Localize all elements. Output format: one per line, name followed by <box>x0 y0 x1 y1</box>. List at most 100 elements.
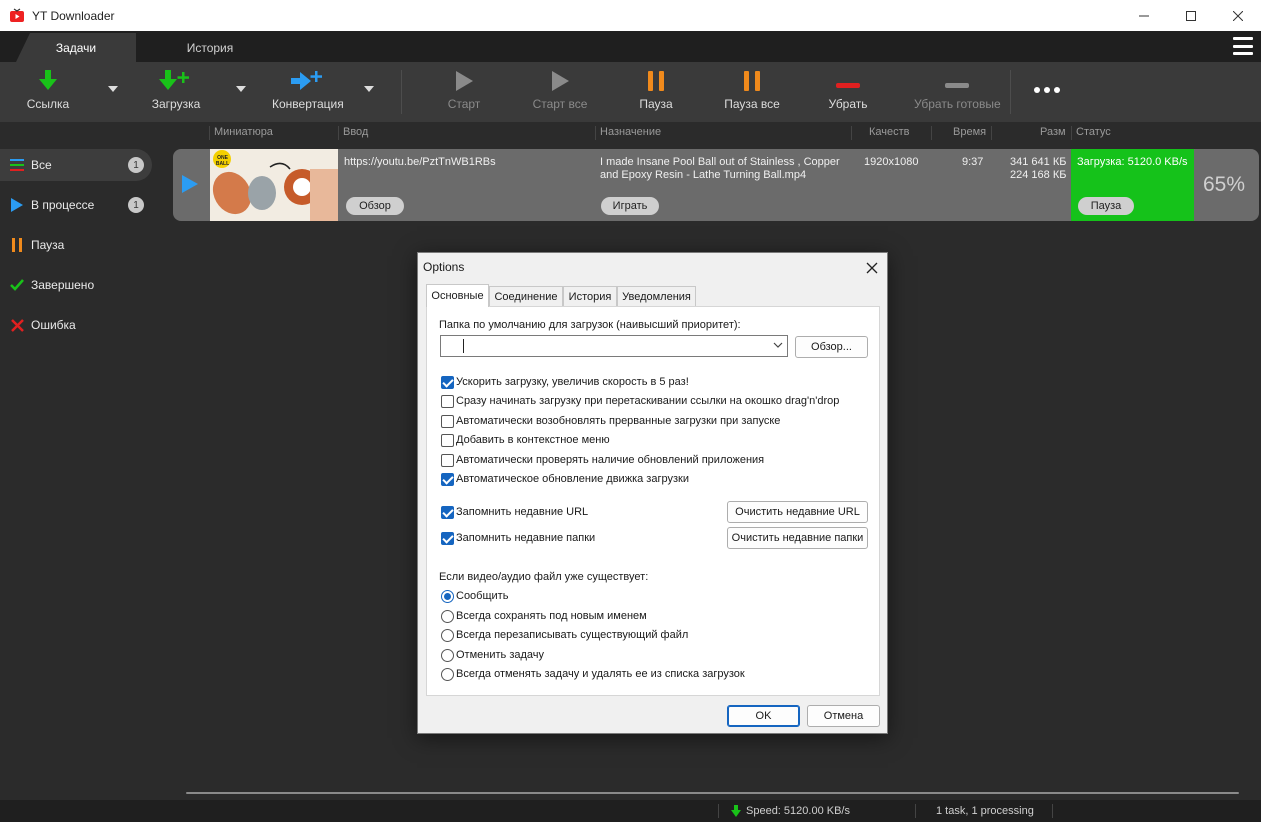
pause-all-button[interactable]: Пауза все <box>722 62 782 122</box>
pause-all-icon <box>722 62 782 92</box>
radio-cancel-remove-label: Всегда отменять задачу и удалять ее из с… <box>456 668 745 680</box>
start-all-label: Старт все <box>532 97 588 111</box>
engine-update-checkbox[interactable] <box>441 473 454 486</box>
ok-button[interactable]: OK <box>727 705 800 727</box>
tab-dialog-history[interactable]: История <box>563 286 617 306</box>
tab-connection[interactable]: Соединение <box>489 286 563 306</box>
minus-disabled-icon <box>927 62 987 92</box>
title-bar: YT Downloader <box>0 0 1261 31</box>
file-exists-label: Если видео/аудио файл уже существует: <box>439 571 649 583</box>
progress-percent: 65% <box>1203 173 1246 196</box>
sidebar: Все 1 В процессе 1 Пауза Завершено Ошибк… <box>0 144 169 800</box>
remember-urls-checkbox[interactable] <box>441 506 454 519</box>
col-thumbnail[interactable]: Миниатюра <box>214 126 273 138</box>
pause-button[interactable]: Пауза <box>626 62 686 122</box>
chevron-down-icon[interactable] <box>773 340 783 353</box>
radio-overwrite[interactable] <box>441 629 454 642</box>
menu-icon[interactable] <box>1233 37 1253 55</box>
radio-new-name-label: Всегда сохранять под новым именем <box>456 610 647 622</box>
start-label: Старт <box>447 97 481 111</box>
download-button[interactable]: Загрузка <box>146 62 206 122</box>
more-options-icon[interactable] <box>1034 87 1060 93</box>
tab-tasks[interactable]: Задачи <box>16 33 136 62</box>
radio-cancel-task[interactable] <box>441 649 454 662</box>
horizontal-scrollbar[interactable] <box>169 782 1261 800</box>
task-row[interactable]: ONE BALL https://youtu.be/PztTnWB1RBs Об… <box>173 149 1259 221</box>
task-size-done: 224 168 КБ <box>1010 169 1067 181</box>
options-dialog: Options Основные Соединение История Увед… <box>417 252 888 734</box>
start-all-button[interactable]: Старт все <box>530 62 590 122</box>
tab-history[interactable]: История <box>150 33 270 62</box>
cancel-button[interactable]: Отмена <box>807 705 880 727</box>
tab-notifications[interactable]: Уведомления <box>617 286 696 306</box>
radio-cancel-task-label: Отменить задачу <box>456 649 545 661</box>
resume-checkbox[interactable] <box>441 415 454 428</box>
remove-done-button[interactable]: Убрать готовые <box>914 62 1001 122</box>
col-quality[interactable]: Качеств <box>869 126 910 138</box>
sidebar-item-paused[interactable]: Пауза <box>0 229 152 261</box>
maximize-button[interactable] <box>1167 0 1214 31</box>
pause-pill-button[interactable]: Пауза <box>1078 197 1134 215</box>
dialog-title: Options <box>423 260 465 274</box>
start-play-icon <box>434 62 494 92</box>
convert-dropdown-caret-icon[interactable] <box>364 86 374 92</box>
browse-folder-button[interactable]: Обзор... <box>795 336 868 358</box>
task-quality: 1920x1080 <box>864 156 919 168</box>
sidebar-item-all[interactable]: Все 1 <box>0 149 152 181</box>
radio-new-name[interactable] <box>441 610 454 623</box>
task-time: 9:37 <box>962 156 984 168</box>
video-thumbnail[interactable]: ONE BALL <box>210 149 338 221</box>
add-download-icon <box>146 62 206 92</box>
start-button[interactable]: Старт <box>434 62 494 122</box>
convert-arrow-icon <box>278 62 338 92</box>
check-updates-checkbox[interactable] <box>441 454 454 467</box>
resume-label: Автоматически возобновлять прерванные за… <box>456 415 781 427</box>
col-size[interactable]: Разм <box>1040 126 1066 138</box>
clear-folders-button[interactable]: Очистить недавние папки <box>727 527 868 549</box>
scroll-track[interactable] <box>186 792 1239 794</box>
main-tab-strip: Задачи История <box>0 31 1261 62</box>
sidebar-item-in-progress[interactable]: В процессе 1 <box>0 189 152 221</box>
app-title: YT Downloader <box>32 8 115 23</box>
remove-done-label: Убрать готовые <box>914 97 1001 111</box>
pause-icon <box>626 62 686 92</box>
col-time[interactable]: Время <box>953 126 986 138</box>
pause-label: Пауза <box>639 97 673 111</box>
col-input[interactable]: Ввод <box>343 126 368 138</box>
remember-folders-checkbox[interactable] <box>441 532 454 545</box>
close-icon[interactable] <box>866 257 878 279</box>
speedup-checkbox[interactable] <box>441 376 454 389</box>
play-pill-button[interactable]: Играть <box>601 197 659 215</box>
status-cell: Загрузка: 5120.0 KB/s Пауза <box>1071 149 1194 221</box>
tab-general[interactable]: Основные <box>426 284 489 307</box>
status-text: Загрузка: 5120.0 KB/s <box>1077 156 1188 168</box>
remove-button[interactable]: Убрать <box>818 62 878 122</box>
col-destination[interactable]: Назначение <box>600 126 661 138</box>
clear-urls-button[interactable]: Очистить недавние URL <box>727 501 868 523</box>
sidebar-item-label: Завершено <box>31 278 95 292</box>
browse-pill-button[interactable]: Обзор <box>346 197 404 215</box>
general-panel: Папка по умолчанию для загрузок (наивысш… <box>426 306 880 696</box>
radio-notify[interactable] <box>441 590 454 603</box>
speedup-label: Ускорить загрузку, увеличив скорость в 5… <box>456 376 689 388</box>
task-url: https://youtu.be/PztTnWB1RBs <box>344 156 496 168</box>
close-window-button[interactable] <box>1214 0 1261 31</box>
minimize-button[interactable] <box>1120 0 1167 31</box>
download-dropdown-caret-icon[interactable] <box>236 86 246 92</box>
radio-cancel-remove[interactable] <box>441 668 454 681</box>
folder-combobox[interactable] <box>440 335 788 357</box>
minus-icon <box>818 62 878 92</box>
sidebar-item-completed[interactable]: Завершено <box>0 269 152 301</box>
task-destination: I made Insane Pool Ball out of Stainless… <box>600 156 840 181</box>
link-button[interactable]: Ссылка <box>18 62 78 122</box>
sidebar-item-error[interactable]: Ошибка <box>0 309 152 341</box>
dragdrop-checkbox[interactable] <box>441 395 454 408</box>
sidebar-item-label: Пауза <box>31 238 65 252</box>
sidebar-item-label: Ошибка <box>31 318 76 332</box>
context-menu-checkbox[interactable] <box>441 434 454 447</box>
link-dropdown-caret-icon[interactable] <box>108 86 118 92</box>
remove-label: Убрать <box>828 97 868 111</box>
col-status[interactable]: Статус <box>1076 126 1111 138</box>
convert-button[interactable]: Конвертация <box>272 62 344 122</box>
context-menu-label: Добавить в контекстное меню <box>456 434 610 446</box>
